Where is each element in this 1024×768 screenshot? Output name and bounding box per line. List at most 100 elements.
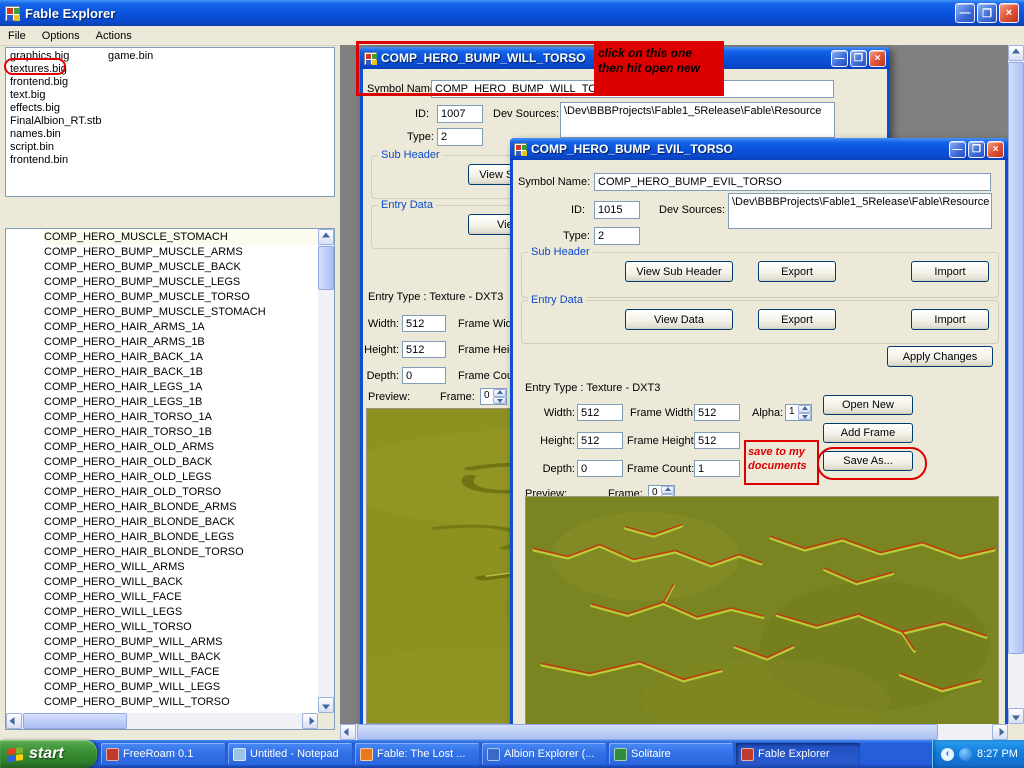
id-field[interactable]: 1015: [594, 201, 640, 219]
window1-titlebar[interactable]: COMP_HERO_BUMP_WILL_TORSO — ❐ ×: [360, 47, 890, 69]
dev-sources-field[interactable]: \Dev\BBBProjects\Fable1_5Release\Fable\R…: [728, 193, 992, 229]
hscroll-thumb[interactable]: [23, 713, 127, 729]
texture-list-item[interactable]: COMP_HERO_HAIR_BLONDE_BACK: [44, 515, 317, 530]
close-button[interactable]: ×: [999, 3, 1019, 23]
add-frame-button[interactable]: Add Frame: [823, 423, 913, 443]
file-list-item[interactable]: names.bin: [10, 128, 102, 141]
hscroll-thumb[interactable]: [357, 724, 938, 740]
vscroll-thumb[interactable]: [318, 246, 334, 290]
start-button[interactable]: start: [0, 740, 97, 768]
close-button[interactable]: ×: [869, 50, 886, 67]
menu-item[interactable]: Actions: [88, 28, 140, 44]
export-data-button[interactable]: Export: [758, 309, 836, 330]
frame-count-field[interactable]: 1: [694, 460, 740, 477]
maximize-button[interactable]: ❐: [977, 3, 997, 23]
task-button[interactable]: Fable Explorer: [736, 743, 860, 765]
depth-field[interactable]: 0: [577, 460, 623, 477]
scroll-left-button[interactable]: [6, 713, 22, 729]
task-button[interactable]: Fable: The Lost ...: [355, 743, 479, 765]
task-button[interactable]: FreeRoam 0.1: [101, 743, 225, 765]
texture-list-item[interactable]: COMP_HERO_WILL_LEGS: [44, 605, 317, 620]
height-field[interactable]: 512: [402, 341, 446, 358]
apply-changes-button[interactable]: Apply Changes: [887, 346, 993, 367]
height-field[interactable]: 512: [577, 432, 623, 449]
texture-list-item[interactable]: COMP_HERO_HAIR_BACK_1A: [44, 350, 317, 365]
scroll-up-button[interactable]: [318, 229, 334, 245]
texture-list-item[interactable]: COMP_HERO_BUMP_WILL_TORSO: [44, 695, 317, 710]
file-list-item[interactable]: frontend.bin: [10, 154, 102, 167]
close-button[interactable]: ×: [987, 141, 1004, 158]
file-list-item[interactable]: FinalAlbion_RT.stb: [10, 115, 102, 128]
menu-item[interactable]: File: [0, 28, 34, 44]
file-list-item[interactable]: frontend.big: [10, 76, 102, 89]
texture-list-item[interactable]: COMP_HERO_BUMP_WILL_FACE: [44, 665, 317, 680]
import-sub-header-button[interactable]: Import: [911, 261, 989, 282]
export-sub-header-button[interactable]: Export: [758, 261, 836, 282]
texture-list-item[interactable]: COMP_HERO_BUMP_WILL_BACK: [44, 650, 317, 665]
texture-list-item[interactable]: COMP_HERO_HAIR_ARMS_1A: [44, 320, 317, 335]
scroll-left-button[interactable]: [340, 724, 356, 740]
frame-spinner[interactable]: 0: [480, 388, 507, 405]
texture-list-item[interactable]: COMP_HERO_MUSCLE_STOMACH: [44, 230, 317, 245]
texture-list-item[interactable]: COMP_HERO_HAIR_OLD_LEGS: [44, 470, 317, 485]
tray-status-icon[interactable]: [959, 748, 972, 761]
texture-list-item[interactable]: COMP_HERO_HAIR_OLD_ARMS: [44, 440, 317, 455]
texture-list-item[interactable]: COMP_HERO_HAIR_ARMS_1B: [44, 335, 317, 350]
scroll-down-button[interactable]: [318, 697, 334, 713]
file-list-item[interactable]: game.bin: [108, 50, 153, 63]
menu-item[interactable]: Options: [34, 28, 88, 44]
open-new-button[interactable]: Open New: [823, 395, 913, 415]
task-button[interactable]: Untitled - Notepad: [228, 743, 352, 765]
texture-list-item[interactable]: COMP_HERO_HAIR_BLONDE_LEGS: [44, 530, 317, 545]
minimize-button[interactable]: —: [955, 3, 975, 23]
texture-list-item[interactable]: COMP_HERO_HAIR_BLONDE_TORSO: [44, 545, 317, 560]
texture-list-item[interactable]: COMP_HERO_BUMP_MUSCLE_LEGS: [44, 275, 317, 290]
texture-list-item[interactable]: COMP_HERO_HAIR_TORSO_1A: [44, 410, 317, 425]
file-list-item[interactable]: text.big: [10, 89, 102, 102]
scroll-right-button[interactable]: [992, 724, 1008, 740]
alpha-spinner[interactable]: 1: [785, 404, 812, 421]
tray-chevron-icon[interactable]: ‹: [941, 748, 954, 761]
maximize-button[interactable]: ❐: [968, 141, 985, 158]
texture-list-item[interactable]: COMP_HERO_HAIR_OLD_BACK: [44, 455, 317, 470]
width-field[interactable]: 512: [402, 315, 446, 332]
view-sub-header-button[interactable]: View Sub Header: [625, 261, 733, 282]
texture-list-item[interactable]: COMP_HERO_HAIR_BLONDE_ARMS: [44, 500, 317, 515]
type-field[interactable]: 2: [437, 128, 483, 146]
texture-list-item[interactable]: COMP_HERO_BUMP_MUSCLE_ARMS: [44, 245, 317, 260]
texture-list-item[interactable]: COMP_HERO_BUMP_MUSCLE_STOMACH: [44, 305, 317, 320]
minimize-button[interactable]: —: [949, 141, 966, 158]
save-as-button[interactable]: Save As...: [823, 451, 913, 471]
file-list-item[interactable]: textures.big: [10, 63, 102, 76]
task-button[interactable]: Albion Explorer (...: [482, 743, 606, 765]
symbol-name-field[interactable]: COMP_HERO_BUMP_WILL_TORSO: [431, 80, 834, 98]
scroll-right-button[interactable]: [302, 713, 318, 729]
window2-titlebar[interactable]: COMP_HERO_BUMP_EVIL_TORSO — ❐ ×: [510, 138, 1008, 160]
file-list-item[interactable]: script.bin: [10, 141, 102, 154]
import-data-button[interactable]: Import: [911, 309, 989, 330]
minimize-button[interactable]: —: [831, 50, 848, 67]
texture-list-item[interactable]: COMP_HERO_HAIR_BACK_1B: [44, 365, 317, 380]
symbol-name-field[interactable]: COMP_HERO_BUMP_EVIL_TORSO: [594, 173, 991, 191]
texture-list-item[interactable]: COMP_HERO_WILL_BACK: [44, 575, 317, 590]
frame-width-field[interactable]: 512: [694, 404, 740, 421]
view-data-button[interactable]: View Data: [625, 309, 733, 330]
frame-height-field[interactable]: 512: [694, 432, 740, 449]
texture-list-item[interactable]: COMP_HERO_WILL_FACE: [44, 590, 317, 605]
scroll-down-button[interactable]: [1008, 708, 1024, 724]
type-field[interactable]: 2: [594, 227, 640, 245]
depth-field[interactable]: 0: [402, 367, 446, 384]
maximize-button[interactable]: ❐: [850, 50, 867, 67]
texture-list-item[interactable]: COMP_HERO_WILL_TORSO: [44, 620, 317, 635]
texture-list-item[interactable]: COMP_HERO_HAIR_TORSO_1B: [44, 425, 317, 440]
id-field[interactable]: 1007: [437, 105, 483, 123]
scroll-up-button[interactable]: [1008, 45, 1024, 61]
texture-list-item[interactable]: COMP_HERO_BUMP_WILL_ARMS: [44, 635, 317, 650]
task-button[interactable]: Solitaire: [609, 743, 733, 765]
file-list-item[interactable]: graphics.big: [10, 50, 102, 63]
texture-list-item[interactable]: COMP_HERO_HAIR_LEGS_1A: [44, 380, 317, 395]
texture-list-item[interactable]: COMP_HERO_HAIR_LEGS_1B: [44, 395, 317, 410]
texture-list-item[interactable]: COMP_HERO_HAIR_OLD_TORSO: [44, 485, 317, 500]
file-list-item[interactable]: effects.big: [10, 102, 102, 115]
dev-sources-field[interactable]: \Dev\BBBProjects\Fable1_5Release\Fable\R…: [560, 102, 835, 138]
